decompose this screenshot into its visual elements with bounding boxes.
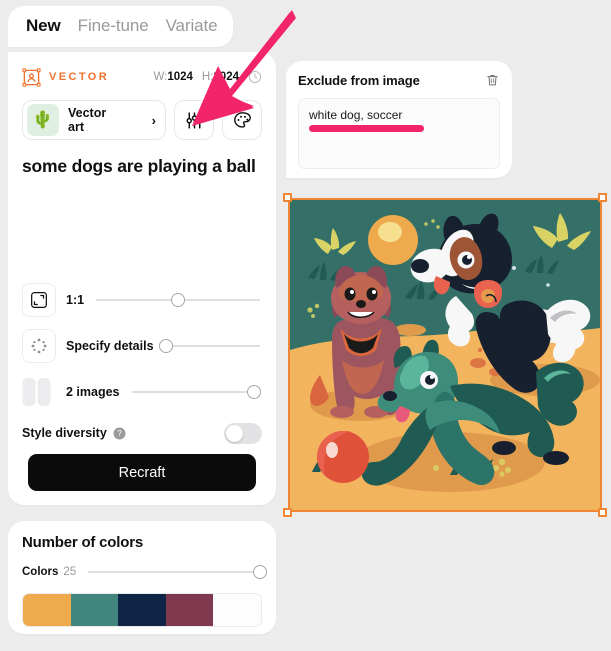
palette-icon — [233, 111, 251, 128]
specify-details-label: Specify details — [66, 339, 154, 353]
mode-tabs: New Fine-tune Variate — [8, 6, 234, 47]
trash-icon[interactable] — [485, 72, 500, 88]
color-swatch[interactable] — [70, 594, 119, 626]
aspect-ratio-icon-box[interactable] — [22, 283, 56, 317]
exclude-text-value: white dog, soccer — [309, 108, 403, 122]
selection-handle-top-left[interactable] — [283, 193, 292, 202]
potted-plant-icon: 🌵 — [32, 110, 54, 129]
specify-details-slider[interactable] — [158, 336, 260, 356]
svg-text:?: ? — [117, 429, 122, 438]
clock-icon[interactable] — [248, 70, 262, 84]
slider-track — [165, 345, 260, 347]
control-aspect-ratio: 1:1 — [22, 280, 262, 320]
style-name-line2: art — [68, 120, 84, 134]
aspect-ratio-icon — [31, 292, 47, 308]
style-name: Vector art — [68, 106, 106, 134]
vector-frame-icon — [22, 67, 41, 87]
exclude-textarea[interactable]: white dog, soccer — [298, 98, 500, 169]
tab-new[interactable]: New — [26, 16, 61, 36]
style-diversity-toggle[interactable] — [224, 422, 262, 444]
generator-header: VECTOR W:1024 H:1024 — [22, 66, 262, 88]
prompt-text[interactable]: some dogs are playing a ball — [22, 154, 262, 178]
tab-variate[interactable]: Variate — [166, 16, 218, 36]
slider-knob[interactable] — [171, 293, 186, 307]
style-selector[interactable]: 🌵 Vector art › — [22, 100, 166, 140]
height-label: H: — [201, 71, 214, 83]
exclude-highlight-underline — [309, 125, 424, 132]
settings-sliders-button[interactable] — [174, 100, 214, 140]
width-label: W: — [153, 71, 168, 83]
control-specify-details: Specify details — [22, 326, 262, 366]
height-value: 1024 — [213, 71, 239, 83]
app-root: New Fine-tune Variate VECTOR W:1024 H:10… — [0, 0, 611, 651]
colors-label: Colors — [22, 566, 59, 578]
exclude-panel-title: Exclude from image — [298, 72, 420, 88]
colors-panel-title: Number of colors — [22, 534, 143, 551]
sliders-icon — [185, 111, 203, 129]
control-image-count: 2 images — [22, 372, 262, 412]
color-swatches — [22, 593, 262, 627]
style-diversity-label: Style diversity — [22, 426, 107, 440]
style-name-line1: Vector — [68, 106, 107, 120]
vector-badge-label: VECTOR — [49, 71, 110, 83]
colors-slider[interactable] — [88, 562, 267, 582]
chevron-right-icon: › — [151, 112, 156, 128]
question-mark-icon[interactable]: ? — [113, 427, 126, 440]
slider-track — [88, 571, 260, 573]
details-dots-icon — [31, 338, 47, 354]
palette-button[interactable] — [222, 100, 262, 140]
slider-track — [131, 391, 260, 393]
color-swatch[interactable] — [118, 594, 166, 626]
colors-slider-row: Colors 25 — [22, 562, 267, 582]
two-images-icon — [22, 378, 51, 406]
selection-handle-bottom-right[interactable] — [598, 508, 607, 517]
aspect-ratio-slider[interactable] — [96, 290, 260, 310]
selection-handle-bottom-left[interactable] — [283, 508, 292, 517]
slider-knob[interactable] — [253, 565, 267, 579]
exclude-from-image-panel: Exclude from image white dog, soccer — [286, 61, 512, 178]
slider-knob[interactable] — [158, 339, 173, 353]
vector-badge[interactable]: VECTOR — [22, 67, 110, 87]
color-swatch[interactable] — [213, 594, 261, 626]
image-count-slider[interactable] — [131, 382, 261, 402]
generated-image[interactable] — [288, 198, 602, 512]
exclude-panel-header: Exclude from image — [298, 72, 500, 88]
colors-value: 25 — [63, 566, 77, 578]
number-of-colors-panel: Number of colors Colors 25 — [8, 521, 276, 634]
height-dimension: H:1024 — [202, 71, 239, 83]
tab-fine-tune[interactable]: Fine-tune — [78, 16, 149, 36]
image-count-label: 2 images — [66, 385, 120, 399]
selection-handle-top-right[interactable] — [598, 193, 607, 202]
dimensions: W:1024 H:1024 — [153, 70, 262, 84]
aspect-ratio-label: 1:1 — [66, 293, 85, 307]
color-swatch[interactable] — [23, 594, 71, 626]
generator-panel: VECTOR W:1024 H:1024 🌵 Vector art › some… — [8, 52, 276, 505]
style-diversity-row: Style diversity ? — [22, 418, 262, 448]
color-swatch[interactable] — [165, 594, 214, 626]
style-thumbnail: 🌵 — [27, 104, 59, 136]
image-count-icon-box[interactable] — [22, 375, 56, 409]
details-icon-box[interactable] — [22, 329, 56, 363]
width-dimension: W:1024 — [153, 71, 192, 83]
width-value: 1024 — [167, 71, 193, 83]
style-controls-row: 🌵 Vector art › — [22, 100, 262, 140]
recraft-button[interactable]: Recraft — [28, 454, 256, 491]
generation-controls: 1:1 Specify details 2 images Style diver… — [22, 280, 262, 448]
generated-image-frame[interactable] — [283, 193, 607, 517]
slider-knob[interactable] — [246, 385, 261, 399]
